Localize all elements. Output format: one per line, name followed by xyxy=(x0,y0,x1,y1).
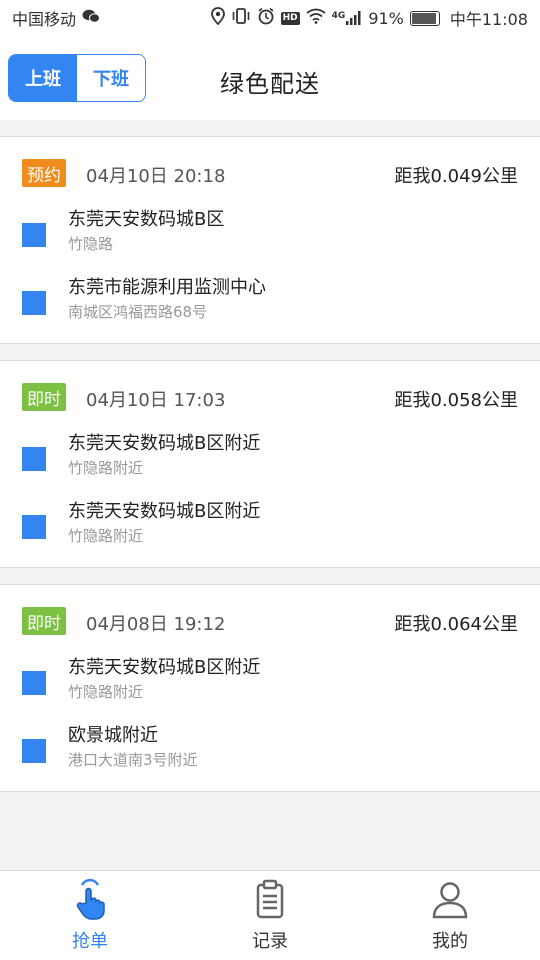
clipboard-icon xyxy=(256,879,284,919)
signal-icon: 4G xyxy=(332,11,363,25)
tab-label: 我的 xyxy=(432,931,468,952)
tab-label: 记录 xyxy=(252,931,288,952)
stop-name: 东莞天安数码城B区附近 xyxy=(68,657,261,678)
tab-profile[interactable]: 我的 xyxy=(360,871,540,960)
tab-label: 抢单 xyxy=(72,931,108,952)
order-distance: 距我0.049公里 xyxy=(394,166,518,187)
tab-grab-orders[interactable]: 抢单 xyxy=(0,871,180,960)
stop-name: 东莞市能源利用监测中心 xyxy=(68,277,266,298)
status-bar: 中国移动 HD 4G 91% 中午11:08 xyxy=(0,0,540,36)
pickup-stop: 东莞天安数码城B区 竹隐路 xyxy=(22,203,522,259)
order-list: 预约 04月10日 20:18 距我0.049公里 东莞天安数码城B区 竹隐路 … xyxy=(0,136,540,808)
stop-address: 竹隐路 xyxy=(68,235,114,253)
hd-voice-icon: HD xyxy=(280,11,300,25)
stop-marker-icon xyxy=(22,515,46,539)
stop-marker-icon xyxy=(22,739,46,763)
alarm-icon xyxy=(257,7,275,29)
dropoff-stop: 东莞天安数码城B区附近 竹隐路附近 xyxy=(22,495,522,551)
order-distance: 距我0.064公里 xyxy=(394,614,518,635)
clock: 中午11:08 xyxy=(449,10,528,29)
stop-address: 竹隐路附近 xyxy=(68,527,144,545)
order-type-badge: 预约 xyxy=(22,159,66,187)
dropoff-stop: 东莞市能源利用监测中心 南城区鸿福西路68号 xyxy=(22,271,522,327)
battery-icon xyxy=(409,10,440,26)
stop-name: 东莞天安数码城B区附近 xyxy=(68,501,261,522)
bottom-tab-bar: 抢单 记录 我的 xyxy=(0,870,540,960)
order-card[interactable]: 即时 04月10日 17:03 距我0.058公里 东莞天安数码城B区附近 竹隐… xyxy=(0,360,540,568)
tap-hand-icon xyxy=(76,879,105,920)
stop-marker-icon xyxy=(22,291,46,315)
vibrate-icon xyxy=(231,8,251,28)
stop-name: 东莞天安数码城B区附近 xyxy=(68,433,261,454)
page-title: 绿色配送 xyxy=(220,70,320,98)
location-icon xyxy=(210,7,225,29)
stop-name: 欧景城附近 xyxy=(68,725,158,746)
pickup-stop: 东莞天安数码城B区附近 竹隐路附近 xyxy=(22,427,522,483)
carrier-name: 中国移动 xyxy=(12,10,77,29)
order-time: 04月10日 20:18 xyxy=(86,166,226,187)
order-card[interactable]: 预约 04月10日 20:18 距我0.049公里 东莞天安数码城B区 竹隐路 … xyxy=(0,136,540,344)
status-left: 中国移动 xyxy=(12,6,101,30)
order-distance: 距我0.058公里 xyxy=(394,390,518,411)
stop-marker-icon xyxy=(22,671,46,695)
order-type-badge: 即时 xyxy=(22,607,66,635)
stop-address: 港口大道南3号附近 xyxy=(68,751,198,769)
order-time: 04月08日 19:12 xyxy=(86,614,226,635)
tab-records[interactable]: 记录 xyxy=(180,871,360,960)
stop-marker-icon xyxy=(22,447,46,471)
dropoff-stop: 欧景城附近 港口大道南3号附近 xyxy=(22,719,522,775)
order-time: 04月10日 17:03 xyxy=(86,390,226,411)
user-icon xyxy=(432,882,468,919)
stop-name: 东莞天安数码城B区 xyxy=(68,209,225,230)
status-right: HD 4G 91% 中午11:08 xyxy=(210,6,528,30)
order-card[interactable]: 即时 04月08日 19:12 距我0.064公里 东莞天安数码城B区附近 竹隐… xyxy=(0,584,540,792)
app-header: 上班 下班 绿色配送 xyxy=(0,36,540,120)
stop-address: 南城区鸿福西路68号 xyxy=(68,303,208,321)
wechat-icon xyxy=(82,9,101,27)
pickup-stop: 东莞天安数码城B区附近 竹隐路附近 xyxy=(22,651,522,707)
stop-address: 竹隐路附近 xyxy=(68,459,144,477)
stop-address: 竹隐路附近 xyxy=(68,683,144,701)
network-type: 4G xyxy=(331,11,346,21)
wifi-icon xyxy=(306,8,326,28)
stop-marker-icon xyxy=(22,223,46,247)
battery-percent: 91% xyxy=(368,8,404,28)
order-type-badge: 即时 xyxy=(22,383,66,411)
